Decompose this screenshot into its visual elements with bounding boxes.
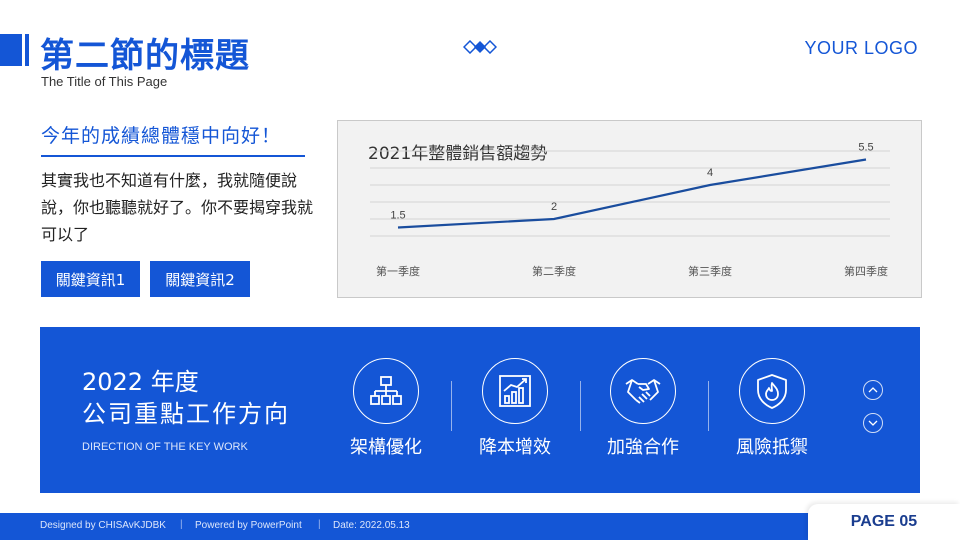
title-accent-bar <box>0 34 22 66</box>
footer-separator: | <box>318 519 321 530</box>
feature-label: 風險抵禦 <box>736 437 808 458</box>
title-accent-bar-thin <box>25 34 29 66</box>
chart-data-label: 4 <box>707 167 713 179</box>
bar-growth-icon <box>499 375 531 407</box>
org-chart-icon <box>370 376 402 405</box>
key-info-button-2[interactable]: 關鍵資訊2 <box>150 261 250 297</box>
chart-title: 2021年整體銷售額趨勢 <box>368 144 547 164</box>
chart-data-label: 2 <box>551 201 557 213</box>
chart-data-label: 1.5 <box>390 210 405 222</box>
feature-label: 加強合作 <box>607 437 679 458</box>
chart-x-tick-label: 第一季度 <box>376 264 420 278</box>
chart-x-tick-label: 第二季度 <box>532 264 576 278</box>
chart-series-line <box>397 158 867 229</box>
chevron-up-icon <box>868 387 878 393</box>
footer-powered-by: Powered by PowerPoint <box>195 520 302 531</box>
page-number-tab: PAGE 05 <box>808 504 960 540</box>
chart-x-tick-label: 第四季度 <box>844 264 888 278</box>
shield-fire-icon <box>757 374 787 409</box>
page-number: PAGE 05 <box>850 513 918 530</box>
chart-canvas: 2021年整體銷售額趨勢 1.5 2 4 5.5 第一季度 第二季度 第三季度 第四季度 <box>368 142 890 278</box>
feature-cooperation[interactable]: 加強合作 <box>578 358 708 459</box>
feature-risk[interactable]: 風險抵禦 <box>707 358 837 459</box>
chevron-down-icon <box>868 420 878 426</box>
panel-year: 2022 年度 <box>82 368 199 396</box>
diamond-decoration-icon <box>463 40 497 54</box>
feature-icon-ring <box>610 358 676 424</box>
handshake-icon <box>625 379 661 404</box>
sales-trend-chart: 2021年整體銷售額趨勢 1.5 2 4 5.5 第一季度 第二季度 第三季度 第四季度 <box>337 120 922 298</box>
footer-separator: | <box>180 519 183 530</box>
feature-structure[interactable]: 架構優化 <box>321 358 451 459</box>
page-title: 第二節的標題 <box>40 36 250 76</box>
headline: 今年的成績總體穩中向好！ <box>41 125 282 147</box>
panel-subtitle: DIRECTION OF THE KEY WORK <box>82 441 248 453</box>
feature-icon-ring <box>353 358 419 424</box>
chart-data-label: 5.5 <box>858 142 873 154</box>
footer-date: Date: 2022.05.13 <box>333 520 410 531</box>
footer-designed-by: Designed by CHISAvKJDBK <box>40 520 166 531</box>
page-subtitle: The Title of This Page <box>41 74 168 89</box>
headline-divider <box>41 155 305 157</box>
chart-x-tick-label: 第三季度 <box>688 264 732 278</box>
feature-label: 架構優化 <box>350 437 422 458</box>
feature-cost[interactable]: 降本增效 <box>450 358 580 459</box>
logo-text: YOUR LOGO <box>804 38 918 58</box>
key-info-button-1[interactable]: 關鍵資訊1 <box>41 261 140 297</box>
feature-icon-ring <box>482 358 548 424</box>
feature-label: 降本增效 <box>479 437 551 458</box>
panel-title: 公司重點工作方向 <box>82 400 290 428</box>
body-text: 其實我也不知道有什麼，我就隨便說說，你也聽聽就好了。你不要揭穿我就可以了 <box>41 171 314 244</box>
scroll-down-button[interactable] <box>863 413 883 433</box>
scroll-up-button[interactable] <box>863 380 883 400</box>
feature-icon-ring <box>739 358 805 424</box>
